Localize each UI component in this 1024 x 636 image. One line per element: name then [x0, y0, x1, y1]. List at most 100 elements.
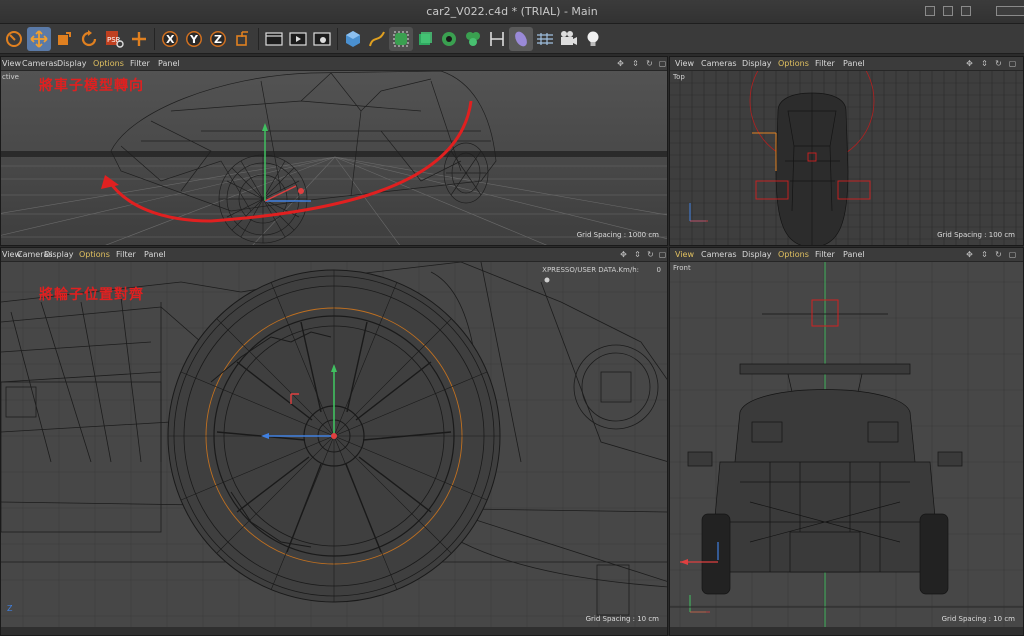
- close-button[interactable]: [996, 6, 1024, 16]
- front-canvas[interactable]: Front Grid Spacing: 10 cm: [670, 262, 1023, 635]
- menu-options[interactable]: Options: [778, 248, 809, 262]
- zoom-icon[interactable]: ⇕: [633, 250, 642, 259]
- perspective-viewport-menu: View Cameras Display Options Filter Pane…: [1, 57, 667, 71]
- pan-icon[interactable]: ✥: [616, 59, 625, 68]
- menu-view[interactable]: View: [675, 248, 694, 262]
- svg-text:PSR: PSR: [107, 36, 121, 44]
- perspective-scene: [1, 71, 667, 245]
- menu-panel[interactable]: Panel: [843, 248, 865, 262]
- render-view-icon[interactable]: [262, 27, 286, 51]
- front-viewport-menu: View Cameras Display Options Filter Pane…: [670, 248, 1023, 262]
- mograph-icon[interactable]: [461, 27, 485, 51]
- annotation-rotate-car: 將車子模型轉向: [39, 78, 144, 94]
- pan-icon[interactable]: ✥: [965, 250, 974, 259]
- orbit-icon[interactable]: ↻: [645, 59, 654, 68]
- psr-icon[interactable]: PSR: [102, 27, 126, 51]
- maximize-viewport-icon[interactable]: ▢: [1008, 59, 1017, 68]
- render-picture-viewer-icon[interactable]: [286, 27, 310, 51]
- side-viewport-menu: View Cameras Display Options Filter Pane…: [1, 248, 667, 262]
- pen-spline-icon[interactable]: [365, 27, 389, 51]
- menu-panel[interactable]: Panel: [843, 57, 865, 71]
- menu-options[interactable]: Options: [93, 57, 124, 71]
- menu-display[interactable]: Display: [57, 57, 87, 71]
- main-toolbar: PSR X Y Z: [0, 24, 1024, 54]
- car-top-wireframe: [775, 92, 849, 245]
- menu-view[interactable]: View: [675, 57, 694, 71]
- axis-z-label: Z: [7, 604, 13, 613]
- material-icon[interactable]: [509, 27, 533, 51]
- pan-icon[interactable]: ✥: [619, 250, 628, 259]
- camera-label: ctive: [2, 73, 19, 81]
- menu-filter[interactable]: Filter: [815, 57, 835, 71]
- minimize-button[interactable]: [925, 6, 935, 16]
- x-axis-icon[interactable]: X: [158, 27, 182, 51]
- top-scene: [670, 71, 1023, 245]
- orbit-icon[interactable]: ↻: [994, 250, 1003, 259]
- menu-display[interactable]: Display: [742, 248, 772, 262]
- light-icon[interactable]: [581, 27, 605, 51]
- menu-options[interactable]: Options: [778, 57, 809, 71]
- top-canvas[interactable]: Top Grid Spacing : 100 cm: [670, 71, 1023, 245]
- side-scene: Z: [1, 262, 667, 635]
- deformer-icon[interactable]: [437, 27, 461, 51]
- floor-icon[interactable]: [533, 27, 557, 51]
- y-axis-icon[interactable]: Y: [182, 27, 206, 51]
- menu-cameras[interactable]: Cameras: [22, 57, 58, 71]
- title-bar: car2_V022.c4d * (TRIAL) - Main: [0, 0, 1024, 24]
- menu-filter[interactable]: Filter: [815, 248, 835, 262]
- camera-icon[interactable]: [557, 27, 581, 51]
- zoom-icon[interactable]: ⇕: [980, 250, 989, 259]
- toolbar-separator: [258, 28, 259, 50]
- menu-options[interactable]: Options: [79, 248, 110, 262]
- restore-button[interactable]: [961, 6, 971, 16]
- front-scene: [670, 262, 1023, 635]
- pan-icon[interactable]: ✥: [965, 59, 974, 68]
- render-settings-icon[interactable]: [310, 27, 334, 51]
- grid-spacing-label: Grid Spacing : 10 cm: [585, 615, 659, 623]
- side-viewport[interactable]: View Cameras Display Options Filter Pane…: [0, 247, 668, 636]
- side-canvas[interactable]: Z 將輪子位置對齊 XPRESSO/USER DATA.Km/h: 0 Grid…: [1, 262, 667, 635]
- scale-icon[interactable]: [52, 27, 76, 51]
- camera-label: Top: [673, 73, 685, 81]
- x-axis-label: X: [166, 33, 175, 46]
- menu-cameras[interactable]: Cameras: [701, 248, 737, 262]
- toolbar-separator: [337, 28, 338, 50]
- zoom-icon[interactable]: ⇕: [631, 59, 640, 68]
- front-viewport[interactable]: View Cameras Display Options Filter Pane…: [669, 247, 1024, 636]
- xpresso-user-data-value: 0: [656, 266, 661, 274]
- add-icon[interactable]: [127, 27, 151, 51]
- maximize-viewport-icon[interactable]: ▢: [1008, 250, 1017, 259]
- coordinate-system-icon[interactable]: [231, 27, 255, 51]
- z-axis-label: Z: [214, 33, 222, 46]
- maximize-viewport-icon[interactable]: ▢: [658, 59, 667, 68]
- menu-display[interactable]: Display: [742, 57, 772, 71]
- orbit-icon[interactable]: ↻: [994, 59, 1003, 68]
- maximize-button[interactable]: [943, 6, 953, 16]
- top-viewport[interactable]: View Cameras Display Options Filter Pane…: [669, 56, 1024, 246]
- maximize-viewport-icon[interactable]: ▢: [658, 250, 667, 259]
- menu-cameras[interactable]: Cameras: [701, 57, 737, 71]
- zoom-icon[interactable]: ⇕: [980, 59, 989, 68]
- menu-display[interactable]: Display: [44, 248, 74, 262]
- menu-filter[interactable]: Filter: [116, 248, 136, 262]
- xpresso-user-data-label: XPRESSO/USER DATA.Km/h:: [542, 266, 639, 274]
- menu-panel[interactable]: Panel: [144, 248, 166, 262]
- window-title: car2_V022.c4d * (TRIAL) - Main: [426, 5, 598, 18]
- camera-label: Front: [673, 264, 691, 272]
- move-icon[interactable]: [27, 27, 51, 51]
- array-icon[interactable]: [413, 27, 437, 51]
- subdivision-icon[interactable]: [389, 27, 413, 51]
- perspective-canvas[interactable]: ctive 將車子模型轉向 Grid Spacing: 1000 cm: [1, 71, 667, 245]
- bottom-ruler: [1, 627, 667, 635]
- grid-spacing-label: Grid Spacing : 100 cm: [937, 231, 1015, 239]
- rotate-icon[interactable]: [77, 27, 101, 51]
- menu-panel[interactable]: Panel: [158, 57, 180, 71]
- cube-icon[interactable]: [341, 27, 365, 51]
- z-axis-icon[interactable]: Z: [206, 27, 230, 51]
- orbit-icon[interactable]: ↻: [646, 250, 655, 259]
- menu-view[interactable]: View: [2, 57, 21, 71]
- menu-filter[interactable]: Filter: [130, 57, 150, 71]
- perspective-viewport[interactable]: View Cameras Display Options Filter Pane…: [0, 56, 668, 246]
- field-icon[interactable]: [485, 27, 509, 51]
- live-selection-icon[interactable]: [2, 27, 26, 51]
